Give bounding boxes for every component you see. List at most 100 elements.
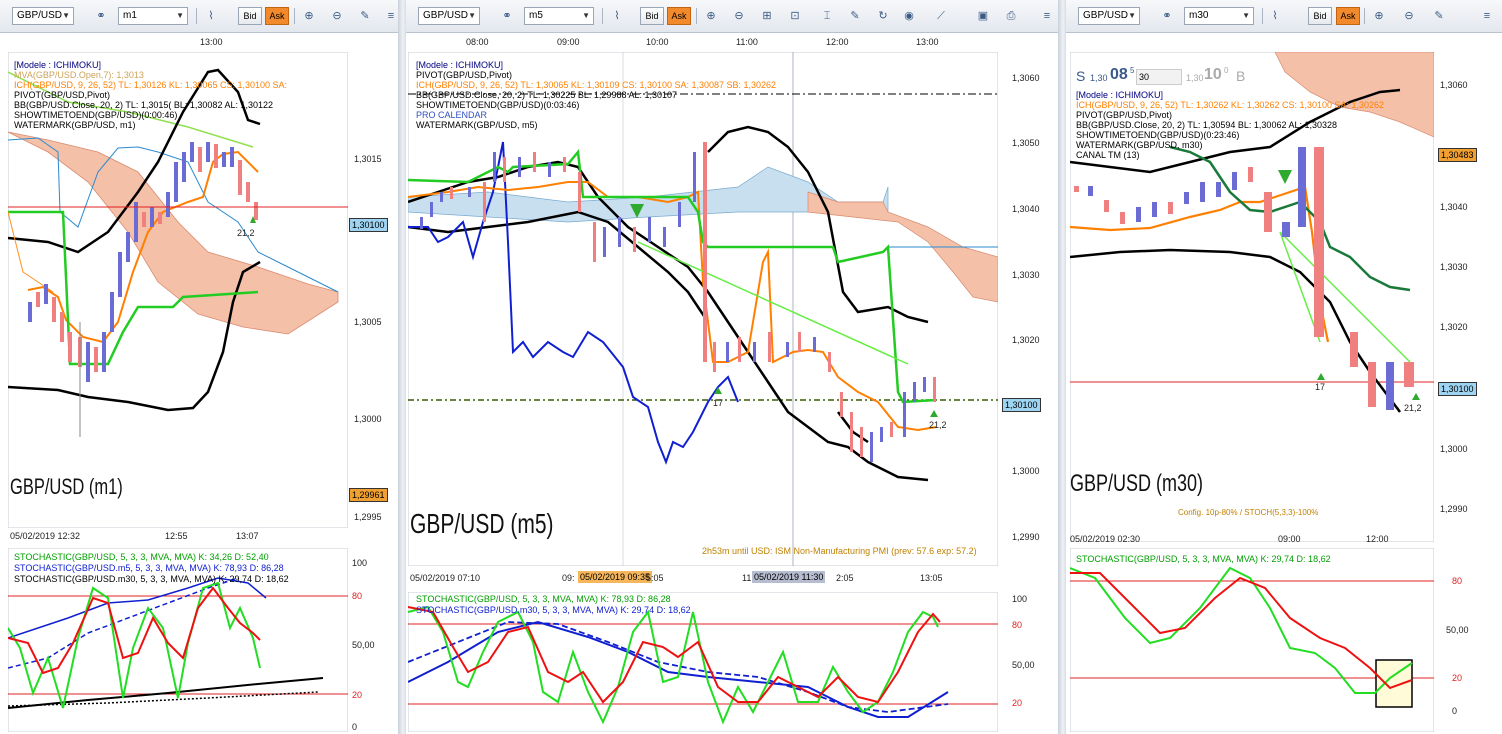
draw-icon[interactable]: ✎ <box>846 7 864 25</box>
menu-icon[interactable]: ≡ <box>1478 7 1496 25</box>
low-label: 17 <box>1315 382 1326 392</box>
current-price-box: 1,30100 <box>349 218 388 232</box>
globe-icon[interactable]: ◉ <box>900 7 918 25</box>
stoch-tick: 20 <box>1012 698 1023 708</box>
legend-line: SHOWTIMETOEND(GBP/USD)(0:23:46) <box>1076 130 1240 140</box>
zoom-in-icon[interactable]: ⊕ <box>1370 7 1388 25</box>
level-icon[interactable]: ⌶ <box>818 7 836 25</box>
zoom-in-icon[interactable]: ⊕ <box>702 7 720 25</box>
stochastic-chart-m30[interactable] <box>1070 548 1434 732</box>
timeframe-select[interactable]: m5 ▼ <box>524 7 594 25</box>
current-price-box: 1,30100 <box>1438 382 1477 396</box>
image-icon[interactable]: ▣ <box>974 7 992 25</box>
legend-line: BB(GBP/USD.Close, 20, 2) TL: 1,3015( BL:… <box>14 100 273 110</box>
legend-line: [Modele : ICHIMOKU] <box>14 60 102 70</box>
timeframe-select[interactable]: m30 ▼ <box>1184 7 1254 25</box>
chart-type-icon[interactable]: ⌇ <box>608 7 626 25</box>
crosshair-time: 05/02/2019 11:30 <box>752 571 826 583</box>
ruler-icon[interactable]: ⟋ <box>932 7 950 25</box>
price-tick: 1,3000 <box>1440 444 1468 454</box>
watermark: GBP/USD (m1) <box>10 474 123 499</box>
price-tick: 1,2990 <box>1012 532 1040 542</box>
ask-button[interactable]: Ask <box>265 7 289 25</box>
chart-window-m1: GBP/USD▼ ⚭ m1▼ ⌇ Bid Ask ⊕ ⊖ ✎ ≡ 13:00 <box>0 0 400 734</box>
chart-toolbar: GBP/USD ▼ ⚭ m30 ▼ ⌇ Bid Ask ⊕ ⊖ ✎ ≡ <box>1066 0 1502 33</box>
link-icon[interactable]: ⚭ <box>92 7 110 25</box>
timeframe-select[interactable]: m1 ▼ <box>118 7 188 25</box>
legend-line: WATERMARK(GBP/USD, m30) <box>1076 140 1203 150</box>
time-label-bottom: 09: <box>562 573 575 583</box>
symbol-select[interactable]: GBP/USD ▼ <box>12 7 74 25</box>
timeframe-value: m30 <box>1189 10 1209 21</box>
stoch-tick: 20 <box>1452 673 1463 683</box>
chart-type-icon[interactable]: ⌇ <box>202 7 220 25</box>
ask-button[interactable]: Ask <box>1336 7 1360 25</box>
pin-icon[interactable]: ✎ <box>356 7 374 25</box>
time-label-top: 09:00 <box>557 37 580 47</box>
price-tick: 1,2995 <box>354 512 382 522</box>
time-label-bottom: 09:00 <box>1278 534 1301 544</box>
watermark: GBP/USD (m5) <box>410 508 554 539</box>
bid-button[interactable]: Bid <box>1308 7 1332 25</box>
time-label-top: 13:00 <box>916 37 939 47</box>
legend-line: PIVOT(GBP/USD,Pivot) <box>416 70 513 80</box>
link-icon[interactable]: ⚭ <box>498 7 516 25</box>
link-icon[interactable]: ⚭ <box>1158 7 1176 25</box>
stoch-tick: 80 <box>352 591 363 601</box>
time-label-bottom: 13:07 <box>236 531 259 541</box>
zoom-out-icon[interactable]: ⊖ <box>1400 7 1418 25</box>
price-tick: 1,3050 <box>1012 138 1040 148</box>
ask-button[interactable]: Ask <box>667 7 691 25</box>
legend-line: SHOWTIMETOEND(GBP/USD)(0:00:46) <box>14 110 178 120</box>
legend-line: STOCHASTIC(GBP/USD.m5, 5, 3, 3, MVA, MVA… <box>14 563 284 573</box>
zoom-fit-icon[interactable]: ⊞ <box>758 7 776 25</box>
chart-window-m30: GBP/USD ▼ ⚭ m30 ▼ ⌇ Bid Ask ⊕ ⊖ ✎ ≡ S 1,… <box>1066 0 1502 734</box>
chevron-down-icon: ▼ <box>1128 11 1136 20</box>
bid-button[interactable]: Bid <box>640 7 664 25</box>
stoch-tick: 20 <box>352 690 363 700</box>
zoom-in-icon[interactable]: ⊕ <box>300 7 318 25</box>
arrow-label: 21,2 <box>929 420 947 430</box>
price-tick: 1,3005 <box>354 317 382 327</box>
stoch-tick: 100 <box>352 558 368 568</box>
menu-icon[interactable]: ≡ <box>1038 7 1056 25</box>
legend-line: STOCHASTIC(GBP/USD, 5, 3, 3, MVA, MVA) K… <box>14 552 269 562</box>
buy-price-big[interactable]: 10 <box>1204 66 1222 84</box>
zoom-out-icon[interactable]: ⊖ <box>328 7 346 25</box>
print-icon[interactable]: ⎙ <box>1002 7 1020 25</box>
zoom-box-icon[interactable]: ⊡ <box>786 7 804 25</box>
quantity-field[interactable]: 30 <box>1136 69 1182 85</box>
price-tick: 1,3020 <box>1012 335 1040 345</box>
sell-label[interactable]: S <box>1076 68 1085 84</box>
stoch-tick: 50,00 <box>1446 625 1469 635</box>
time-label-top: 08:00 <box>466 37 489 47</box>
pin-icon[interactable]: ✎ <box>1430 7 1448 25</box>
zoom-out-icon[interactable]: ⊖ <box>730 7 748 25</box>
price-tick: 1,3030 <box>1012 270 1040 280</box>
legend-line: ICH(GBP/USD, 9, 26, 52) TL: 1,30065 KL: … <box>416 80 777 90</box>
legend-line: ICH(GBP/USD, 9, 26, 52) TL: 1,30126 KL: … <box>14 80 287 90</box>
symbol-select[interactable]: GBP/USD ▼ <box>1078 7 1140 25</box>
price-tick: 1,3060 <box>1440 80 1468 90</box>
sell-price-small[interactable]: 1,30 <box>1090 73 1108 83</box>
time-label-bottom: 13:05 <box>920 573 943 583</box>
price-tick: 1,3040 <box>1440 202 1468 212</box>
chevron-down-icon: ▼ <box>62 11 70 20</box>
bid-button[interactable]: Bid <box>238 7 262 25</box>
chevron-down-icon: ▼ <box>468 11 476 20</box>
refresh-icon[interactable]: ↻ <box>874 7 892 25</box>
price-tick: 1,3060 <box>1012 73 1040 83</box>
buy-price-small[interactable]: 1,30 <box>1186 73 1204 83</box>
crosshair-time: 05/02/2019 09:35 <box>578 571 653 583</box>
high-price-box: 1,30483 <box>1438 148 1477 162</box>
price-tick: 1,3000 <box>1012 466 1040 476</box>
buy-label[interactable]: B <box>1236 68 1245 84</box>
chart-type-icon[interactable]: ⌇ <box>1266 7 1284 25</box>
sell-price-big[interactable]: 08 <box>1110 66 1128 84</box>
chart-window-m5: GBP/USD ▼ ⚭ m5 ▼ ⌇ Bid Ask ⊕ ⊖ ⊞ ⊡ ⌶ ✎ ↻ ◉… <box>406 0 1058 734</box>
stoch-tick: 80 <box>1012 620 1023 630</box>
symbol-select[interactable]: GBP/USD ▼ <box>418 7 480 25</box>
time-label-top: 11:00 <box>736 37 758 47</box>
chevron-down-icon: ▼ <box>1242 11 1250 20</box>
price-tick: 1,2990 <box>1440 504 1468 514</box>
